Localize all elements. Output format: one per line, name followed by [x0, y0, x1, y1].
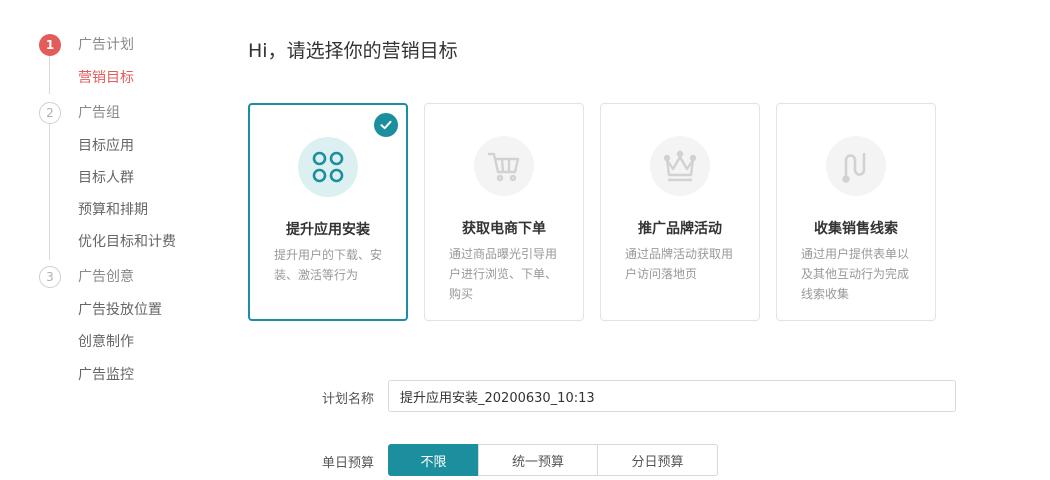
budget-option-daily[interactable]: 分日预算 [597, 444, 718, 476]
lead-path-icon [826, 136, 886, 196]
step-line [49, 56, 50, 94]
goal-card-sales-leads[interactable]: 收集销售线索 通过用户提供表单以及其他互动行为完成线索收集 [776, 103, 936, 321]
daily-budget-selector: 不限 统一预算 分日预算 [388, 444, 718, 476]
budget-option-unified[interactable]: 统一预算 [478, 444, 598, 476]
card-title: 推广品牌活动 [638, 221, 722, 237]
step-number-badge: 1 [39, 34, 61, 56]
step-label-ad-plan: 广告计划 [78, 37, 134, 53]
crown-icon [650, 136, 710, 196]
nav-item-target-app[interactable]: 目标应用 [78, 136, 134, 156]
plan-name-input[interactable] [388, 380, 956, 412]
step-line [49, 124, 50, 260]
goal-card-app-install[interactable]: 提升应用安装 提升用户的下载、安装、激活等行为 [248, 103, 408, 321]
step-label-ad-group: 广告组 [78, 105, 120, 121]
nav-item-marketing-goal[interactable]: 营销目标 [78, 68, 134, 88]
nav-item-optimization-billing[interactable]: 优化目标和计费 [78, 232, 176, 252]
nav-item-creative-production[interactable]: 创意制作 [78, 332, 134, 352]
goal-card-brand-campaign[interactable]: 推广品牌活动 通过品牌活动获取用户访问落地页 [600, 103, 760, 321]
step-label-ad-creative: 广告创意 [78, 269, 134, 285]
daily-budget-label: 单日预算 [322, 456, 375, 471]
nav-item-ad-monitoring[interactable]: 广告监控 [78, 365, 134, 385]
app-grid-icon [298, 137, 358, 197]
cart-icon [474, 136, 534, 196]
plan-name-label: 计划名称 [322, 392, 375, 407]
card-title: 收集销售线索 [814, 221, 898, 237]
goal-card-ecommerce-order[interactable]: 获取电商下单 通过商品曝光引导用户进行浏览、下单、购买 [424, 103, 584, 321]
card-description: 通过商品曝光引导用户进行浏览、下单、购买 [449, 247, 558, 301]
step-number-badge: 3 [39, 266, 61, 288]
step-sidebar: 1 广告计划 营销目标 2 广告组 目标应用 目标人群 预算和排期 优化目标和计… [0, 0, 220, 480]
card-description: 通过用户提供表单以及其他互动行为完成线索收集 [801, 247, 910, 301]
page-title: Hi，请选择你的营销目标 [248, 40, 458, 62]
nav-item-target-audience[interactable]: 目标人群 [78, 168, 134, 188]
nav-item-budget-schedule[interactable]: 预算和排期 [78, 200, 148, 220]
card-title: 提升应用安装 [286, 222, 370, 238]
card-description: 通过品牌活动获取用户访问落地页 [625, 247, 734, 281]
card-description: 提升用户的下载、安装、激活等行为 [274, 248, 383, 282]
step-number-badge: 2 [39, 102, 61, 124]
check-icon [374, 113, 398, 137]
nav-item-placement[interactable]: 广告投放位置 [78, 300, 162, 320]
card-title: 获取电商下单 [462, 221, 546, 237]
budget-option-unlimited[interactable]: 不限 [388, 444, 479, 476]
